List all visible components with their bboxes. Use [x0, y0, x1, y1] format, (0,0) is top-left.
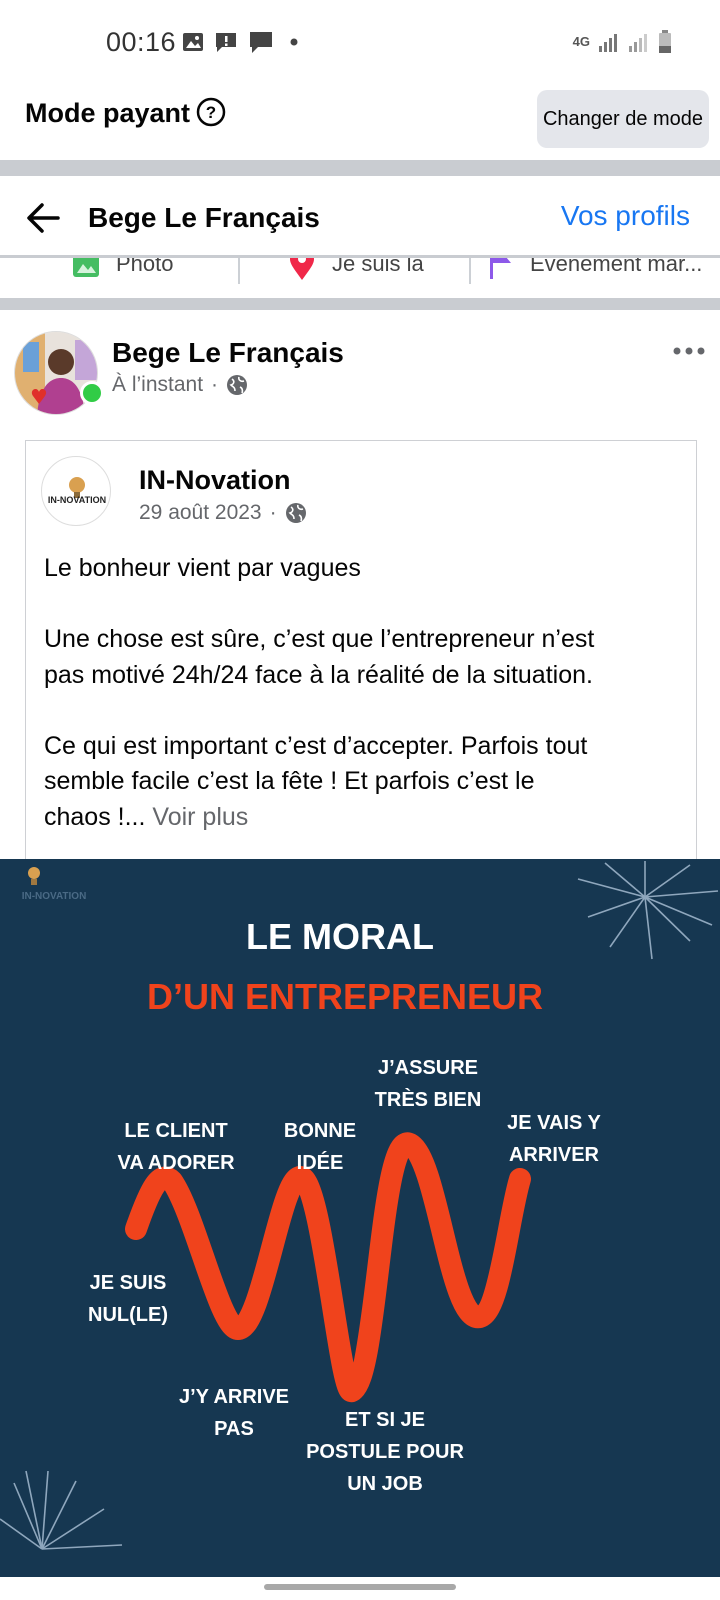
text-last-line: chaos !...	[44, 802, 146, 831]
shared-post-text: Le bonheur vient par vagues Une chose es…	[44, 551, 684, 835]
online-status-dot	[80, 381, 104, 405]
text-line: Une chose est sûre, c’est que l’entrepre…	[44, 625, 595, 653]
graphic-title-line1: LE MORAL	[246, 916, 434, 957]
feed-post: Bege Le Français À l’instant · IN-NOVATI…	[0, 319, 720, 1600]
home-indicator[interactable]	[264, 1584, 456, 1590]
battery-icon	[659, 30, 671, 53]
label-job-line1: ET SI JE	[345, 1409, 425, 1431]
profile-name-title: Bege Le Français	[88, 202, 320, 233]
label-assure-line2: TRÈS BIEN	[375, 1088, 482, 1111]
svg-text:?: ?	[206, 103, 216, 122]
label-nul-line1: JE SUIS	[90, 1272, 167, 1294]
life-event-action[interactable]: Événement mar...	[488, 258, 702, 282]
label-arrive-pas-line1: J’Y ARRIVE	[179, 1386, 289, 1408]
label-arrive-pas-line2: PAS	[214, 1418, 254, 1440]
flag-icon	[490, 258, 511, 279]
notification-icons	[182, 30, 304, 54]
moral-wave-line	[125, 1132, 531, 1403]
mode-bar: Mode payant ? Changer de mode	[0, 84, 720, 160]
your-profiles-link[interactable]: Vos profils	[561, 200, 690, 232]
label-client-line1: LE CLIENT	[124, 1120, 227, 1142]
label-client-line2: VA ADORER	[117, 1152, 235, 1174]
divider	[0, 160, 720, 176]
label-job-line3: UN JOB	[347, 1473, 423, 1495]
divider	[0, 298, 720, 310]
graphic-title-line2: D’UN ENTREPRENEUR	[147, 976, 543, 1017]
action-separator	[469, 258, 471, 284]
post-author-name[interactable]: Bege Le Français	[112, 337, 344, 369]
label-job-line2: POSTULE POUR	[306, 1441, 464, 1463]
page-avatar[interactable]: IN-NOVATION	[41, 456, 111, 526]
help-icon[interactable]: ?	[196, 97, 226, 127]
status-time: 00:16	[106, 27, 177, 57]
photo-action-label: Photo	[116, 258, 174, 276]
back-arrow-icon[interactable]	[25, 200, 61, 236]
label-idea-line1: BONNE	[284, 1120, 356, 1142]
see-more-link[interactable]: Voir plus	[152, 803, 248, 831]
post-image[interactable]: IN-NOVATION LE MORAL D’UN ENTREPRENEUR L…	[0, 859, 720, 1577]
label-arrive-line1: JE VAIS Y	[507, 1112, 601, 1134]
post-time[interactable]: À l’instant	[112, 373, 203, 397]
label-arrive-line2: ARRIVER	[509, 1144, 600, 1166]
checkin-action-label: Je suis là	[332, 258, 424, 276]
alert-message-icon	[216, 33, 236, 52]
location-pin-icon	[290, 258, 314, 280]
text-line: Ce qui est important c’est d’accepter. P…	[44, 731, 588, 760]
composer-actions-row: Photo Je suis là Événement mar...	[0, 258, 720, 284]
nav-bar: Bege Le Français Vos profils	[0, 178, 720, 258]
life-event-action-label: Événement mar...	[530, 258, 703, 276]
signal-icon-2	[629, 34, 647, 52]
gallery-notification-icon	[183, 33, 203, 51]
globe-icon	[227, 375, 248, 395]
sunburst-decoration-bottom	[0, 1470, 123, 1550]
meta-separator: ·	[269, 501, 277, 524]
change-mode-button[interactable]: Changer de mode	[537, 90, 709, 148]
shared-post[interactable]: IN-NOVATION IN-Novation 29 août 2023 · L…	[25, 440, 697, 870]
innovation-logo-small: IN-NOVATION	[22, 867, 87, 902]
globe-icon	[285, 503, 306, 523]
label-assure-line1: J’ASSURE	[378, 1057, 478, 1079]
mode-title: Mode payant	[25, 98, 191, 128]
text-line: pas motivé 24h/24 face à la réalité de l…	[44, 660, 593, 689]
shared-post-meta: 29 août 2023 ·	[139, 501, 307, 525]
label-nul-line2: NUL(LE)	[88, 1304, 168, 1326]
moral-wave-graphic: IN-NOVATION LE MORAL D’UN ENTREPRENEUR L…	[0, 861, 719, 1550]
chat-icon	[250, 32, 272, 53]
photo-action[interactable]: Photo	[72, 258, 174, 282]
text-line: Le bonheur vient par vagues	[44, 554, 361, 582]
more-options-icon[interactable]	[672, 341, 706, 361]
label-idea-line2: IDÉE	[297, 1151, 344, 1174]
shared-post-date[interactable]: 29 août 2023	[139, 501, 262, 525]
text-line-last: chaos !... Voir plus	[44, 800, 684, 836]
network-type: 4G	[572, 34, 590, 49]
more-notifications-dot-icon	[290, 38, 298, 46]
text-line: semble facile c’est la fête ! Et parfois…	[44, 767, 535, 795]
shared-page-name[interactable]: IN-Novation	[139, 465, 291, 496]
post-meta: À l’instant ·	[112, 373, 248, 397]
checkin-action[interactable]: Je suis là	[288, 258, 424, 282]
meta-separator: ·	[211, 373, 219, 396]
signal-icon	[599, 34, 617, 52]
status-bar: 00:16 4G	[0, 0, 720, 84]
logo-text: IN-NOVATION	[48, 495, 106, 505]
sunburst-decoration	[577, 861, 719, 960]
photo-icon	[73, 258, 99, 277]
graphic-logo-text: IN-NOVATION	[22, 891, 87, 902]
system-icons: 4G	[573, 30, 672, 54]
innovation-logo: IN-NOVATION	[48, 477, 106, 505]
action-separator	[238, 258, 240, 284]
